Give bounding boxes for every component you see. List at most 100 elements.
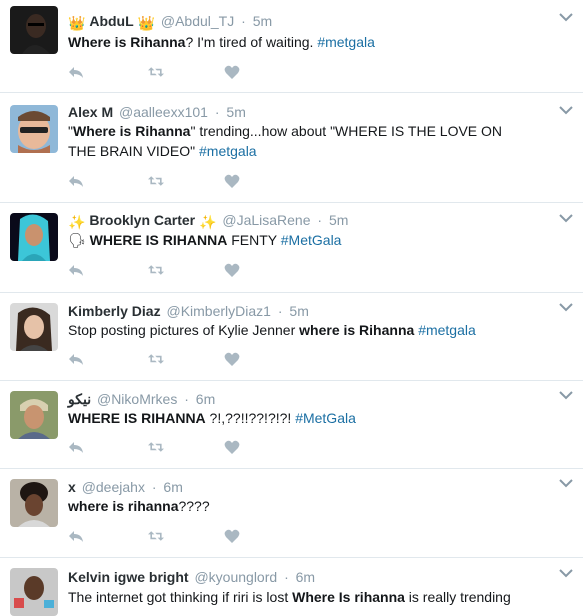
tweet-text: where is rihanna???? — [68, 496, 533, 516]
avatar[interactable] — [10, 213, 58, 261]
tweet-text-plain: ???? — [178, 498, 210, 514]
tweet-text-bold: where is Rihanna — [299, 322, 415, 338]
avatar[interactable] — [10, 391, 58, 439]
username[interactable]: @Abdul_TJ — [161, 13, 234, 29]
username[interactable]: @kyounglord — [194, 569, 277, 585]
tweet[interactable]: x @deejahx · 6m where is rihanna???? — [0, 469, 583, 558]
tweet-text-bold: WHERE IS RIHANNA — [89, 232, 228, 248]
tweet-text-plain: Stop posting pictures of Kylie Jenner — [68, 322, 300, 338]
tweet-text-bold: Where is Rihanna — [68, 34, 186, 50]
hashtag-link[interactable]: #metgala — [199, 143, 257, 159]
reply-icon[interactable] — [68, 64, 84, 80]
timestamp[interactable]: 5m — [329, 212, 348, 228]
tweet-text: 🗣 WHERE IS RIHANNA FENTY #MetGala — [68, 230, 533, 250]
avatar[interactable] — [10, 479, 58, 527]
retweet-icon[interactable] — [148, 351, 164, 367]
tweet[interactable]: Kelvin igwe bright @kyounglord · 6m The … — [0, 558, 583, 616]
tweet[interactable]: Kimberly Diaz @KimberlyDiaz1 · 5m Stop p… — [0, 293, 583, 381]
display-name[interactable]: x — [68, 479, 76, 495]
timestamp[interactable]: 5m — [289, 303, 308, 319]
reply-icon[interactable] — [68, 262, 84, 278]
tweet-text-bold: Where Is rihanna — [292, 589, 405, 605]
chevron-down-icon[interactable] — [559, 302, 573, 312]
username[interactable]: @deejahx — [82, 479, 145, 495]
display-name[interactable]: Brooklyn Carter — [89, 212, 195, 228]
reply-icon[interactable] — [68, 173, 84, 189]
timestamp[interactable]: 6m — [196, 391, 215, 407]
username[interactable]: @NikoMrkes — [97, 391, 177, 407]
tweet-text: "Where is Rihanna" trending...how about … — [68, 121, 533, 161]
username[interactable]: @aalleexx101 — [119, 104, 208, 120]
avatar[interactable] — [10, 568, 58, 616]
tweet-header: نيكو @NikoMrkes · 6m — [68, 390, 543, 408]
tweet-text-plain: ? I'm tired of waiting. — [185, 34, 318, 50]
display-name[interactable]: Kelvin igwe bright — [68, 569, 189, 585]
tweet-text-plain: ?!,??!!??!?!?! — [205, 410, 296, 426]
reply-icon[interactable] — [68, 351, 84, 367]
display-name[interactable]: AbduL — [89, 13, 133, 29]
chevron-down-icon[interactable] — [559, 12, 573, 22]
tweet-header: Kimberly Diaz @KimberlyDiaz1 · 5m — [68, 302, 543, 320]
tweet-text-bold: WHERE IS RIHANNA — [68, 410, 206, 426]
heart-icon[interactable] — [224, 439, 240, 455]
reply-icon[interactable] — [68, 528, 84, 544]
username[interactable]: @KimberlyDiaz1 — [166, 303, 270, 319]
heart-icon[interactable] — [224, 262, 240, 278]
tweet[interactable]: Alex M @aalleexx101 · 5m "Where is Rihan… — [0, 93, 583, 203]
tweet-header: ✨ Brooklyn Carter ✨ @JaLisaRene · 5m — [68, 211, 543, 231]
tweet-header: Kelvin igwe bright @kyounglord · 6m — [68, 568, 543, 586]
tweet-actions — [68, 262, 240, 278]
hashtag-link[interactable]: #MetGala — [281, 232, 342, 248]
tweet-text: Stop posting pictures of Kylie Jenner wh… — [68, 320, 533, 340]
tweet-actions — [68, 173, 240, 189]
avatar[interactable] — [10, 303, 58, 351]
retweet-icon[interactable] — [148, 262, 164, 278]
heart-icon[interactable] — [224, 173, 240, 189]
display-name[interactable]: نيكو — [68, 391, 91, 407]
crown-emoji: 👑 — [137, 15, 155, 31]
heart-icon[interactable] — [224, 528, 240, 544]
chevron-down-icon[interactable] — [559, 105, 573, 115]
heart-icon[interactable] — [224, 64, 240, 80]
timestamp[interactable]: 6m — [296, 569, 315, 585]
retweet-icon[interactable] — [148, 173, 164, 189]
tweet-actions — [68, 439, 240, 455]
chevron-down-icon[interactable] — [559, 390, 573, 400]
tweet-actions — [68, 351, 240, 367]
heart-icon[interactable] — [224, 351, 240, 367]
tweet-text: Where is Rihanna? I'm tired of waiting. … — [68, 32, 533, 52]
tweet-actions — [68, 528, 240, 544]
chevron-down-icon[interactable] — [559, 213, 573, 223]
tweet-header: x @deejahx · 6m — [68, 478, 543, 496]
timestamp[interactable]: 5m — [226, 104, 245, 120]
display-name[interactable]: Kimberly Diaz — [68, 303, 161, 319]
tweet[interactable]: نيكو @NikoMrkes · 6m WHERE IS RIHANNA ?!… — [0, 381, 583, 469]
tweet[interactable]: 👑 AbduL 👑 @Abdul_TJ · 5m Where is Rihann… — [0, 0, 583, 93]
tweet-text-bold: where is rihanna — [68, 498, 179, 514]
chevron-down-icon[interactable] — [559, 568, 573, 578]
retweet-icon[interactable] — [148, 64, 164, 80]
avatar[interactable] — [10, 6, 58, 54]
retweet-icon[interactable] — [148, 528, 164, 544]
tweet-header: Alex M @aalleexx101 · 5m — [68, 103, 543, 121]
tweet-text-plain: The internet got thinking if riri is los… — [68, 589, 293, 605]
username[interactable]: @JaLisaRene — [222, 212, 310, 228]
timestamp[interactable]: 5m — [253, 13, 272, 29]
display-name[interactable]: Alex M — [68, 104, 113, 120]
separator-dot: · — [184, 391, 189, 407]
sparkles-emoji: ✨ — [199, 214, 217, 230]
reply-icon[interactable] — [68, 439, 84, 455]
hashtag-link[interactable]: #MetGala — [295, 410, 356, 426]
timestamp[interactable]: 6m — [163, 479, 182, 495]
hashtag-link[interactable]: #metgala — [418, 322, 476, 338]
hashtag-link[interactable]: #metgala — [317, 34, 375, 50]
chevron-down-icon[interactable] — [559, 478, 573, 488]
tweet-header: 👑 AbduL 👑 @Abdul_TJ · 5m — [68, 12, 543, 32]
tweet[interactable]: ✨ Brooklyn Carter ✨ @JaLisaRene · 5m 🗣 W… — [0, 203, 583, 293]
separator-dot: · — [214, 104, 220, 120]
tweet-text: WHERE IS RIHANNA ?!,??!!??!?!?! #MetGala — [68, 408, 533, 428]
retweet-icon[interactable] — [148, 439, 164, 455]
avatar[interactable] — [10, 105, 58, 153]
sparkles-emoji: ✨ — [68, 214, 86, 230]
speaking-head-emoji: 🗣 — [68, 232, 90, 248]
